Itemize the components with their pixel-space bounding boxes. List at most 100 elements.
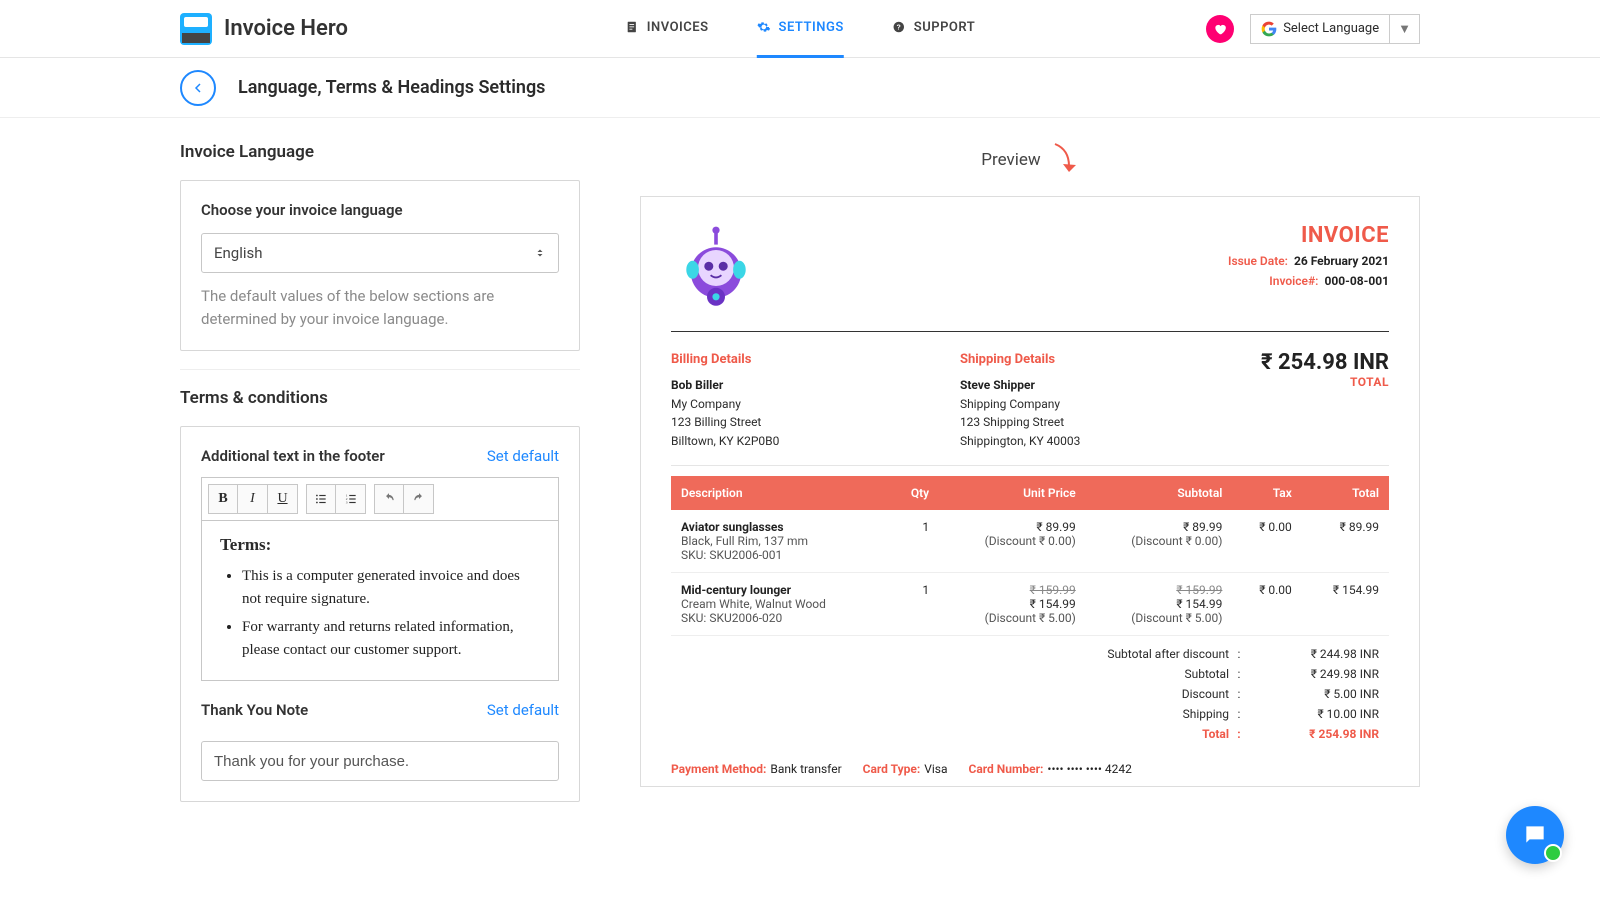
shipping-details: Shipping Details Steve Shipper Shipping … [960, 350, 1080, 451]
terms-editor[interactable]: Terms: This is a computer generated invo… [201, 520, 559, 681]
preview-label: Preview [981, 150, 1040, 170]
billing-details: Billing Details Bob Biller My Company 12… [671, 350, 779, 451]
item-total: ₹ 154.99 [1302, 572, 1389, 635]
page-title: Language, Terms & Headings Settings [238, 77, 545, 98]
shipping-street: 123 Shipping Street [960, 413, 1080, 432]
section-divider [180, 369, 580, 370]
shipping-company: Shipping Company [960, 395, 1080, 414]
bold-button[interactable]: B [208, 484, 238, 514]
item-unit: ₹ 89.99(Discount ₹ 0.00) [939, 510, 1086, 573]
chat-icon [1522, 822, 1548, 848]
favorite-button[interactable] [1206, 15, 1234, 43]
invoice-language-card: Choose your invoice language English The… [180, 180, 580, 351]
item-qty: 1 [889, 510, 939, 573]
billing-street: 123 Billing Street [671, 413, 779, 432]
language-select[interactable]: English [201, 233, 559, 273]
col-tax: Tax [1232, 476, 1301, 510]
issue-date-label: Issue Date: [1228, 254, 1288, 268]
app-name: Invoice Hero [224, 16, 348, 41]
col-sub: Subtotal [1086, 476, 1233, 510]
chat-fab[interactable] [1506, 806, 1564, 864]
arrow-left-icon [190, 80, 206, 96]
editor-toolbar: B I U 123 [201, 477, 559, 520]
choose-language-label: Choose your invoice language [201, 201, 559, 219]
billing-city: Billtown, KY K2P0B0 [671, 432, 779, 451]
summary-value: ₹ 10.00 INR [1249, 707, 1379, 721]
support-icon: ? [892, 20, 906, 34]
redo-button[interactable] [404, 484, 434, 514]
summary-label: Total [681, 727, 1229, 741]
terms-item: This is a computer generated invoice and… [242, 565, 540, 612]
google-icon [1261, 21, 1277, 37]
brand: Invoice Hero [180, 13, 348, 45]
card-type-value: Visa [924, 762, 947, 776]
payment-method-value: Bank transfer [770, 762, 841, 776]
item-sub: ₹ 89.99(Discount ₹ 0.00) [1086, 510, 1233, 573]
undo-button[interactable] [374, 484, 404, 514]
language-select-value: English [214, 244, 263, 262]
chevron-down-icon: ▼ [1389, 15, 1419, 43]
terms-item: For warranty and returns related informa… [242, 616, 540, 663]
terms-card: Additional text in the footer Set defaul… [180, 426, 580, 802]
billing-name: Bob Biller [671, 376, 779, 395]
table-row: Aviator sunglassesBlack, Full Rim, 137 m… [671, 510, 1389, 573]
underline-button[interactable]: U [268, 484, 298, 514]
item-sku: SKU: SKU2006-020 [681, 611, 879, 625]
footer-set-default-link[interactable]: Set default [487, 447, 559, 465]
summary-value: ₹ 244.98 INR [1249, 647, 1379, 661]
italic-button[interactable]: I [238, 484, 268, 514]
invoice-number-value: 000-08-001 [1324, 274, 1389, 288]
item-total: ₹ 89.99 [1302, 510, 1389, 573]
item-variant: Black, Full Rim, 137 mm [681, 534, 879, 548]
payment-method-label: Payment Method: [671, 762, 766, 776]
col-description: Description [671, 476, 889, 510]
back-button[interactable] [180, 70, 216, 106]
select-arrows-icon [534, 246, 546, 260]
bullet-list-button[interactable] [306, 484, 336, 514]
thankyou-set-default-link[interactable]: Set default [487, 701, 559, 719]
nav-invoices[interactable]: INVOICES [625, 0, 709, 58]
language-helper-text: The default values of the below sections… [201, 285, 559, 330]
card-number-value: •••• •••• •••• 4242 [1047, 762, 1132, 776]
item-qty: 1 [889, 572, 939, 635]
nav-settings-label: SETTINGS [779, 20, 844, 35]
col-qty: Qty [889, 476, 939, 510]
google-translate-select[interactable]: Select Language ▼ [1250, 14, 1420, 44]
top-right: Select Language ▼ [1206, 14, 1420, 44]
summary-label: Discount [681, 687, 1229, 701]
item-variant: Cream White, Walnut Wood [681, 597, 879, 611]
item-sub: ₹ 159.99₹ 154.99(Discount ₹ 5.00) [1086, 572, 1233, 635]
summary-value: ₹ 249.98 INR [1249, 667, 1379, 681]
table-row: Mid-century loungerCream White, Walnut W… [671, 572, 1389, 635]
summary-label: Subtotal after discount [681, 647, 1229, 661]
nav-support-label: SUPPORT [914, 20, 975, 35]
main-content: Invoice Language Choose your invoice lan… [0, 118, 1600, 842]
invoice-number-label: Invoice#: [1269, 274, 1318, 288]
nav-support[interactable]: ? SUPPORT [892, 0, 975, 58]
items-table: Description Qty Unit Price Subtotal Tax … [671, 476, 1389, 636]
google-translate-label: Select Language [1283, 21, 1379, 36]
summary-value: ₹ 5.00 INR [1249, 687, 1379, 701]
invoice-meta: INVOICE Issue Date:26 February 2021 Invo… [1228, 223, 1389, 313]
nav-invoices-label: INVOICES [647, 20, 709, 35]
nav-settings[interactable]: SETTINGS [757, 0, 844, 58]
terms-heading: Terms & conditions [180, 388, 580, 408]
summary-label: Subtotal [681, 667, 1229, 681]
invoice-title: INVOICE [1228, 223, 1389, 248]
summary-value: ₹ 254.98 INR [1249, 727, 1379, 741]
invoice-summary: Subtotal after discount:₹ 244.98 INRSubt… [671, 644, 1389, 744]
summary-row: Discount:₹ 5.00 INR [671, 684, 1389, 704]
thankyou-label: Thank You Note [201, 701, 308, 719]
preview-pane: Preview I [640, 142, 1420, 787]
thankyou-input[interactable] [201, 741, 559, 781]
footer-text-label: Additional text in the footer [201, 447, 385, 465]
shipping-heading: Shipping Details [960, 350, 1080, 370]
payment-line: Payment Method:Bank transfer Card Type:V… [671, 762, 1389, 776]
item-unit: ₹ 159.99₹ 154.99(Discount ₹ 5.00) [939, 572, 1086, 635]
numbered-list-button[interactable]: 123 [336, 484, 366, 514]
grand-total: ₹ 254.98 INR TOTAL [1261, 350, 1389, 451]
invoices-icon [625, 20, 639, 34]
summary-row: Shipping:₹ 10.00 INR [671, 704, 1389, 724]
preview-heading: Preview [640, 142, 1420, 178]
item-name: Aviator sunglasses [681, 520, 879, 534]
